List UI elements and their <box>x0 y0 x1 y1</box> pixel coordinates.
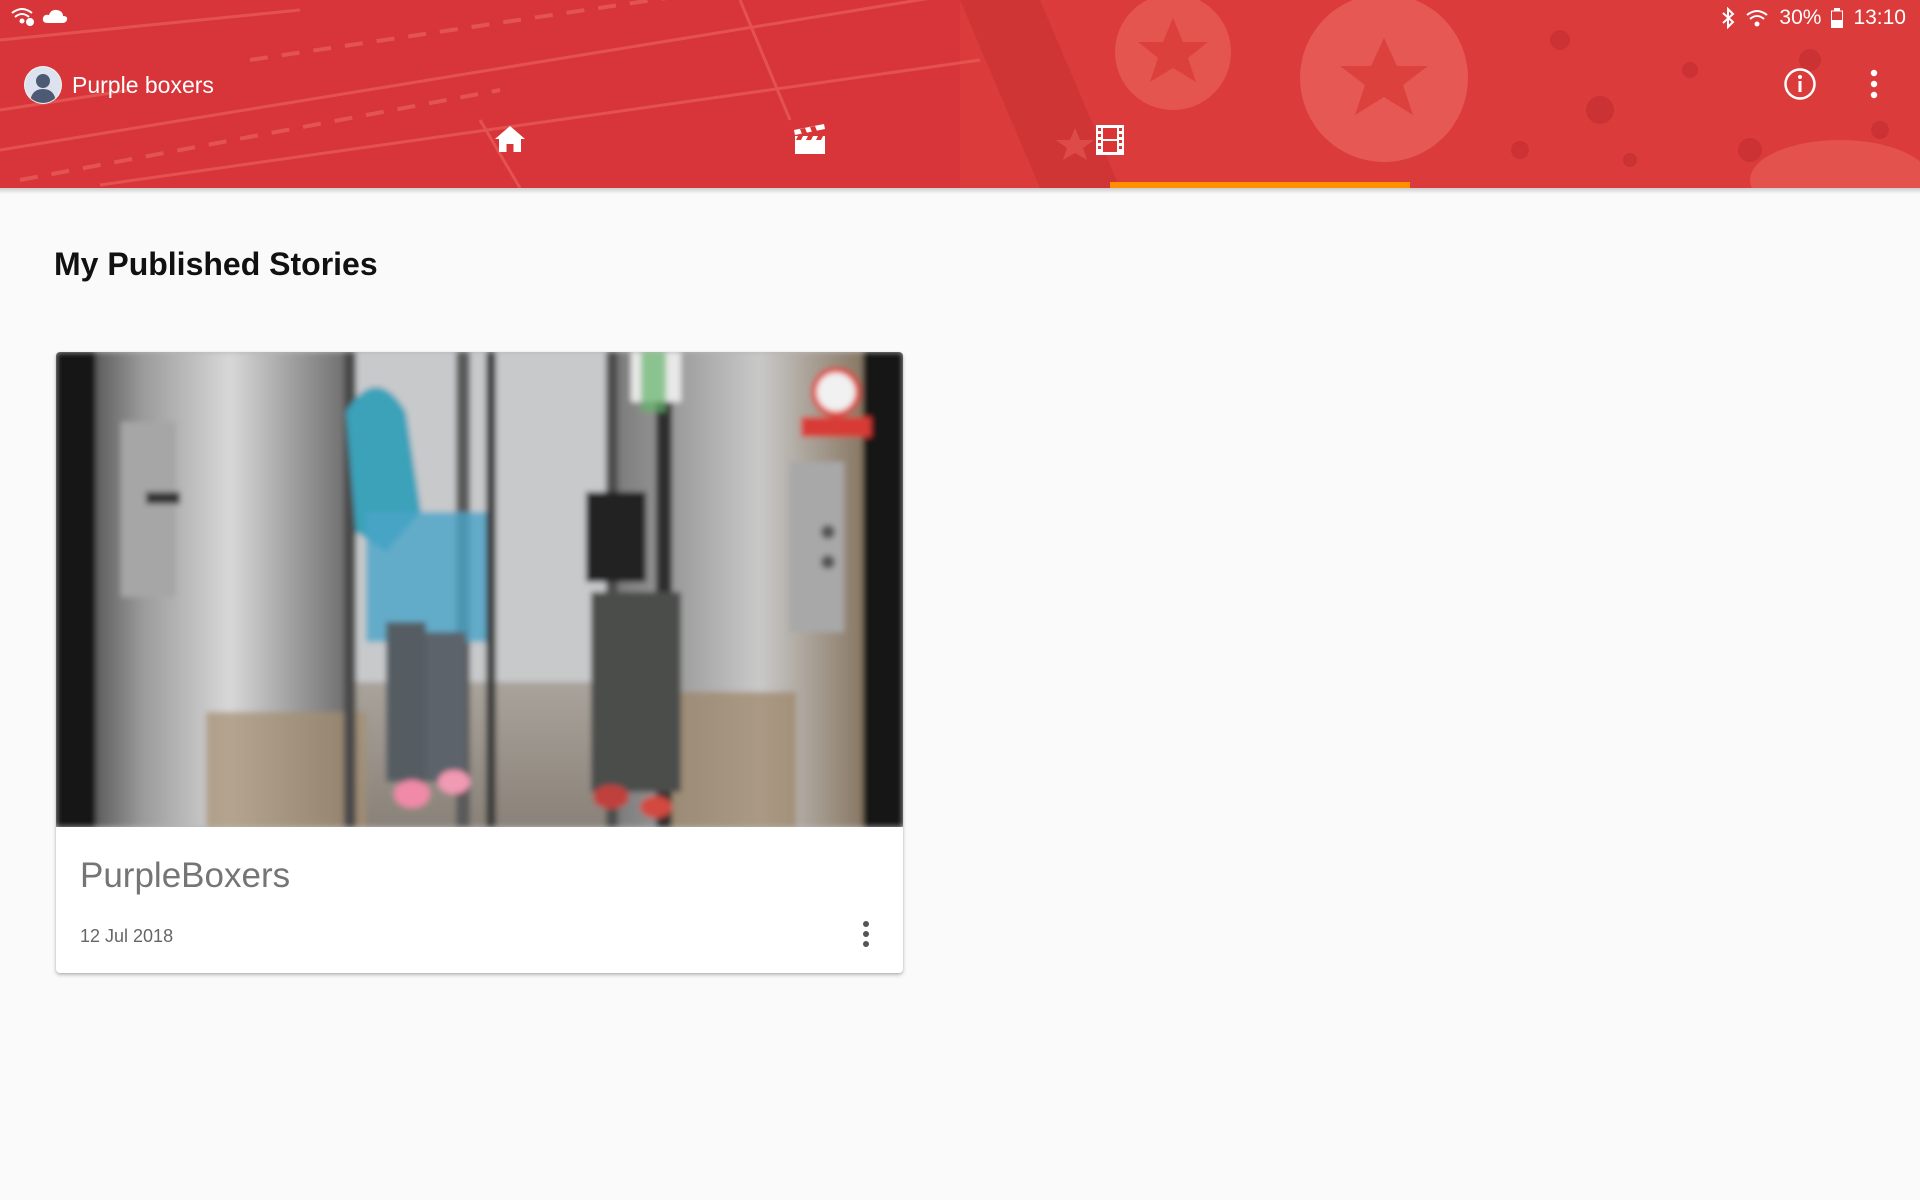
status-right-icons: 30% 13:10 <box>1721 6 1906 30</box>
top-actions <box>1780 64 1894 104</box>
tab-home[interactable] <box>360 112 660 188</box>
app-header: 30% 13:10 Purple boxers <box>0 0 1920 188</box>
tab-bar <box>360 112 1410 188</box>
story-card[interactable]: PurpleBoxers 12 Jul 2018 <box>56 352 903 973</box>
account-switcher[interactable]: Purple boxers <box>24 66 214 104</box>
home-icon <box>495 126 525 152</box>
story-date: 12 Jul 2018 <box>80 926 174 946</box>
status-bar: 30% 13:10 <box>0 0 1920 38</box>
header-shadow <box>0 188 1920 194</box>
info-icon <box>1784 68 1816 100</box>
tab-published[interactable] <box>960 112 1260 188</box>
story-menu-button[interactable] <box>851 914 881 954</box>
clock: 13:10 <box>1853 6 1906 29</box>
bluetooth-icon <box>1722 7 1735 29</box>
tab-create[interactable] <box>660 112 960 188</box>
battery-icon <box>1831 8 1844 28</box>
avatar <box>24 66 62 104</box>
battery-percentage: 30% <box>1779 6 1822 29</box>
clapperboard-icon <box>794 124 825 154</box>
more-vertical-icon <box>863 921 869 947</box>
info-button[interactable] <box>1780 64 1820 104</box>
user-avatar-icon <box>25 67 61 103</box>
account-name: Purple boxers <box>72 71 214 98</box>
status-left-icons <box>10 6 68 26</box>
wifi-calling-icon <box>11 8 34 26</box>
cloud-icon <box>42 9 68 23</box>
overflow-menu-button[interactable] <box>1854 64 1894 104</box>
story-thumbnail <box>56 352 903 827</box>
more-vertical-icon <box>1870 69 1878 99</box>
wifi-icon <box>1746 10 1769 27</box>
story-title: PurpleBoxers <box>80 856 291 895</box>
page-title: My Published Stories <box>54 246 378 282</box>
film-icon <box>1096 125 1124 155</box>
